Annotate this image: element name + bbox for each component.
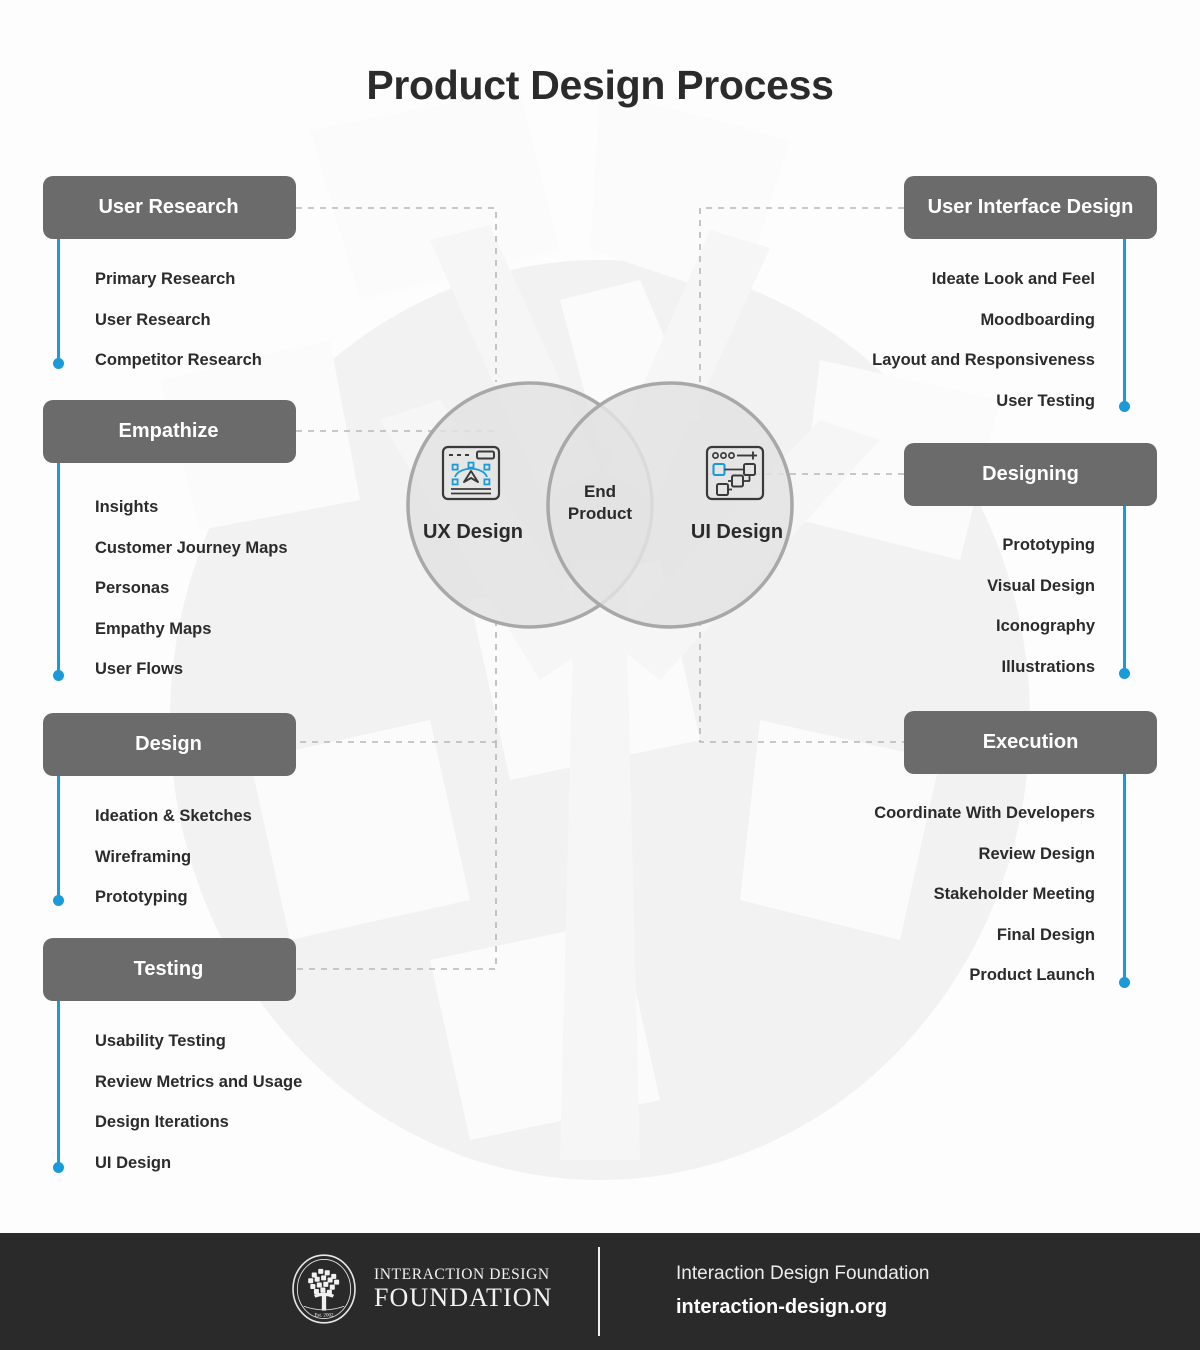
item-list-execution: Coordinate With Developers Review Design… bbox=[700, 805, 1095, 984]
pill-label: Execution bbox=[982, 731, 1079, 753]
rail-execution bbox=[1123, 774, 1126, 983]
list-item: Competitor Research bbox=[95, 351, 262, 369]
item-list-empathize: Insights Customer Journey Maps Personas … bbox=[95, 499, 288, 678]
end-product-line1: End bbox=[583, 482, 617, 501]
rail-dot-designing bbox=[1119, 668, 1130, 679]
rail-dot-user-interface-design bbox=[1119, 401, 1130, 412]
list-item: Personas bbox=[95, 579, 170, 597]
list-item: Review Design bbox=[978, 844, 1095, 863]
item-list-design: Ideation & Sketches Wireframing Prototyp… bbox=[95, 808, 252, 906]
list-item: UI Design bbox=[95, 1153, 172, 1172]
list-item: Layout and Responsiveness bbox=[872, 351, 1095, 369]
list-item: Prototyping bbox=[95, 888, 188, 906]
section-heading-empathize[interactable]: Empathize bbox=[43, 400, 296, 463]
section-heading-user-interface-design[interactable]: User Interface Design bbox=[904, 176, 1157, 239]
brand-logo[interactable]: Est. 2002 INTERACTION DESIGN FOUNDATION bbox=[288, 1253, 553, 1325]
list-item: Review Metrics and Usage bbox=[95, 1072, 303, 1091]
rail-dot-testing bbox=[53, 1162, 64, 1173]
list-item: Empathy Maps bbox=[95, 619, 212, 638]
pill-label: Design bbox=[135, 733, 202, 755]
footer-bar bbox=[0, 1233, 1200, 1350]
section-heading-testing[interactable]: Testing bbox=[43, 938, 296, 1001]
rail-user-interface-design bbox=[1123, 239, 1126, 406]
section-heading-design[interactable]: Design bbox=[43, 713, 296, 776]
list-item: Insights bbox=[95, 498, 159, 516]
list-item: Primary Research bbox=[95, 270, 236, 288]
list-item: Wireframing bbox=[95, 847, 192, 866]
brand-wordmark: INTERACTION DESIGN FOUNDATION bbox=[374, 1267, 553, 1312]
rail-empathize bbox=[57, 463, 60, 675]
ui-design-icon bbox=[705, 445, 765, 501]
pill-label: Empathize bbox=[118, 420, 219, 442]
connector-user-research bbox=[296, 207, 497, 382]
section-heading-user-research[interactable]: User Research bbox=[43, 176, 296, 239]
list-item: Illustrations bbox=[1001, 657, 1095, 676]
footer-divider bbox=[598, 1247, 600, 1336]
section-heading-execution[interactable]: Execution bbox=[904, 711, 1157, 774]
list-item: Visual Design bbox=[987, 576, 1095, 595]
wordmark-line2: FOUNDATION bbox=[374, 1283, 553, 1313]
rail-design bbox=[57, 776, 60, 900]
pill-label: Designing bbox=[982, 463, 1079, 485]
list-item: User Testing bbox=[996, 391, 1095, 410]
seal-est-text: Est. 2002 bbox=[314, 1312, 333, 1318]
wordmark-line1: INTERACTION DESIGN bbox=[374, 1265, 550, 1283]
page-title: Product Design Process bbox=[366, 62, 834, 108]
item-list-testing: Usability Testing Review Metrics and Usa… bbox=[95, 1033, 302, 1171]
rail-dot-execution bbox=[1119, 977, 1130, 988]
list-item: User Research bbox=[95, 310, 211, 329]
rail-user-research bbox=[57, 239, 60, 363]
list-item: Iconography bbox=[995, 617, 1095, 635]
item-list-user-interface-design: Ideate Look and Feel Moodboarding Layout… bbox=[700, 271, 1095, 409]
idf-seal-icon: Est. 2002 bbox=[292, 1254, 356, 1324]
list-item: Moodboarding bbox=[980, 310, 1095, 329]
pill-label: User Interface Design bbox=[927, 196, 1134, 218]
footer-url[interactable]: interaction-design.org bbox=[676, 1296, 930, 1319]
footer-credit: Interaction Design Foundation interactio… bbox=[676, 1263, 930, 1319]
rail-dot-empathize bbox=[53, 670, 64, 681]
item-list-user-research: Primary Research User Research Competito… bbox=[95, 271, 262, 369]
rail-designing bbox=[1123, 506, 1126, 673]
connector-testing bbox=[296, 742, 497, 970]
list-item: Prototyping bbox=[1002, 536, 1095, 554]
ux-design-icon bbox=[441, 445, 501, 501]
section-heading-designing[interactable]: Designing bbox=[904, 443, 1157, 506]
pill-label: User Research bbox=[98, 196, 239, 218]
list-item: Customer Journey Maps bbox=[95, 538, 288, 557]
item-list-designing: Prototyping Visual Design Iconography Il… bbox=[700, 537, 1095, 675]
rail-testing bbox=[57, 1001, 60, 1168]
list-item: Product Launch bbox=[969, 966, 1095, 984]
pill-label: Testing bbox=[133, 958, 204, 980]
list-item: Ideate Look and Feel bbox=[931, 270, 1095, 288]
list-item: Stakeholder Meeting bbox=[933, 885, 1095, 903]
list-item: Coordinate With Developers bbox=[874, 804, 1095, 822]
venn-label-ux: UX Design bbox=[422, 521, 524, 543]
list-item: Design Iterations bbox=[95, 1113, 229, 1131]
list-item: Ideation & Sketches bbox=[95, 807, 252, 825]
infographic-canvas: Product Design Process UX Design UI Desi… bbox=[0, 0, 1200, 1350]
list-item: User Flows bbox=[95, 660, 184, 678]
list-item: Usability Testing bbox=[95, 1032, 226, 1050]
list-item: Final Design bbox=[996, 925, 1095, 944]
venn-label-end-product: End Product bbox=[553, 481, 647, 525]
end-product-line2: Product bbox=[567, 503, 633, 523]
footer-org-name: Interaction Design Foundation bbox=[676, 1263, 930, 1284]
rail-dot-design bbox=[53, 895, 64, 906]
rail-dot-user-research bbox=[53, 358, 64, 369]
